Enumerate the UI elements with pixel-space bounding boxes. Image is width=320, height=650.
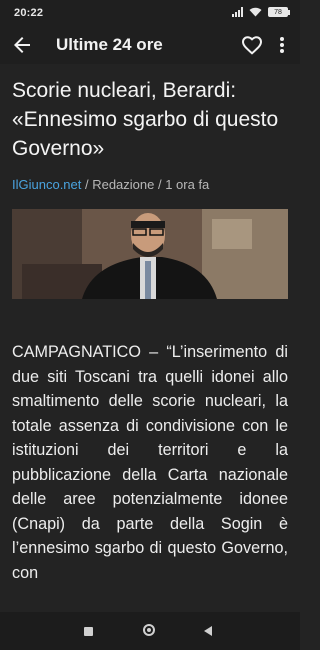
status-time: 20:22 [14,7,44,19]
wifi-icon [249,7,262,17]
photo-image [12,209,288,299]
article-photo [12,209,288,299]
page-title: Ultime 24 ore [56,35,163,54]
meta-author-time: / Redazione / 1 ora fa [81,177,210,192]
source-link[interactable]: IlGiunco.net [12,177,81,192]
back-triangle-icon[interactable] [204,626,212,636]
battery-icon: 78 [268,7,290,17]
article-headline: Scorie nucleari, Berardi: «Ennesimo sgar… [12,79,279,160]
article-body: CAMPAGNATICO – “L’inserimento di due sit… [12,343,288,582]
heart-icon[interactable] [240,33,264,57]
signal-icon [232,7,243,17]
navigation-bar [0,612,300,650]
home-circle-icon[interactable] [143,624,155,636]
more-vertical-icon[interactable] [272,33,292,57]
app-bar: Ultime 24 ore [0,26,300,64]
status-bar: 20:22 78 [0,0,300,26]
battery-level: 78 [274,9,282,16]
recents-square-icon[interactable] [84,627,93,636]
back-arrow-icon[interactable] [10,33,34,57]
status-icons: 78 [232,7,290,17]
article-meta: IlGiunco.net / Redazione / 1 ora fa [12,177,209,192]
